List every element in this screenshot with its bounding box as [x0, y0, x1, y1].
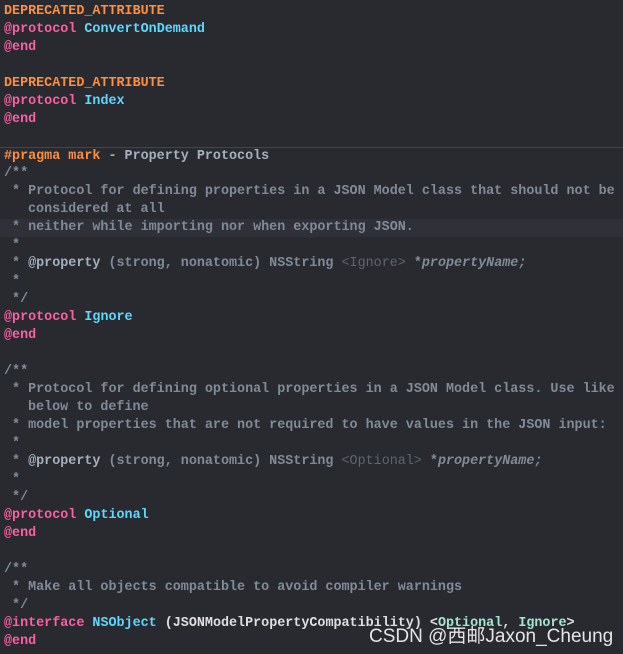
- code-line[interactable]: * Make all objects compatible to avoid c…: [0, 579, 623, 597]
- code-line[interactable]: [0, 345, 623, 363]
- code-token: @end: [4, 40, 37, 55]
- code-line[interactable]: *: [0, 471, 623, 489]
- code-line[interactable]: @end: [0, 111, 623, 129]
- code-line[interactable]: */: [0, 291, 623, 309]
- code-token: @protocol: [4, 94, 77, 109]
- code-line[interactable]: DEPRECATED_ATTRIBUTE: [0, 3, 623, 21]
- code-line[interactable]: /**: [0, 363, 623, 381]
- code-token: propertyName;: [421, 256, 527, 271]
- code-line[interactable]: *: [0, 435, 623, 453]
- code-line[interactable]: [0, 543, 623, 561]
- code-line[interactable]: @protocol Optional: [0, 507, 623, 525]
- code-line[interactable]: * Protocol for defining optional propert…: [0, 381, 623, 399]
- code-line[interactable]: considered at all: [0, 201, 623, 219]
- code-token: @protocol: [4, 22, 77, 37]
- code-line[interactable]: @protocol Ignore: [0, 309, 623, 327]
- watermark: CSDN @西邮Jaxon_Cheung: [369, 626, 614, 647]
- code-token: - Property Protocols: [100, 149, 270, 164]
- code-line[interactable]: @end: [0, 525, 623, 543]
- code-line[interactable]: @protocol Index: [0, 93, 623, 111]
- code-line[interactable]: below to define: [0, 399, 623, 417]
- code-line[interactable]: *: [0, 237, 623, 255]
- code-line[interactable]: * @property (strong, nonatomic) NSString…: [0, 453, 623, 471]
- code-line[interactable]: [0, 129, 623, 147]
- code-token: *: [4, 472, 21, 487]
- code-token: * Protocol for defining properties in a …: [4, 184, 615, 199]
- code-token: * Protocol for defining optional propert…: [4, 382, 615, 397]
- code-token: DEPRECATED_ATTRIBUTE: [4, 76, 165, 91]
- code-token: * Make all objects compatible to avoid c…: [4, 580, 463, 595]
- code-line[interactable]: /**: [0, 165, 623, 183]
- code-line[interactable]: [0, 57, 623, 75]
- code-token: * neither while importing nor when expor…: [4, 220, 414, 235]
- code-token: below to define: [28, 400, 149, 415]
- code-token: considered at all: [28, 202, 165, 217]
- code-token: */: [4, 292, 29, 307]
- code-line[interactable]: * Protocol for defining properties in a …: [0, 183, 623, 201]
- code-token: propertyName;: [437, 454, 543, 469]
- code-line[interactable]: * model properties that are not required…: [0, 417, 623, 435]
- code-token: /**: [4, 562, 29, 577]
- code-token: <Optional>: [341, 454, 422, 469]
- code-token: @end: [4, 328, 37, 343]
- code-token: *: [4, 256, 29, 271]
- code-token: @interface: [4, 616, 85, 631]
- code-line[interactable]: DEPRECATED_ATTRIBUTE: [0, 75, 623, 93]
- code-line[interactable]: */: [0, 597, 623, 615]
- code-token: @end: [4, 112, 37, 127]
- code-token: Ignore: [84, 310, 133, 325]
- code-line[interactable]: @end: [0, 39, 623, 57]
- code-line[interactable]: #pragma mark - Property Protocols: [0, 147, 623, 165]
- code-token: Optional: [84, 508, 149, 523]
- code-token: */: [4, 490, 29, 505]
- code-editor[interactable]: DEPRECATED_ATTRIBUTE @protocol ConvertOnD…: [0, 3, 623, 651]
- code-token: DEPRECATED_ATTRIBUTE: [4, 4, 165, 19]
- code-token: #pragma mark: [4, 149, 101, 164]
- code-line[interactable]: * @property (strong, nonatomic) NSString…: [0, 255, 623, 273]
- code-line[interactable]: * neither while importing nor when expor…: [0, 219, 623, 237]
- code-token: @protocol: [4, 508, 77, 523]
- code-token: /**: [4, 364, 29, 379]
- code-token: <Ignore>: [341, 256, 406, 271]
- code-token: NSObject: [92, 616, 157, 631]
- code-line[interactable]: */: [0, 489, 623, 507]
- code-token: @end: [4, 634, 37, 649]
- code-token: *: [421, 454, 438, 469]
- code-token: *: [4, 274, 21, 289]
- code-token: (strong, nonatomic) NSString: [100, 256, 342, 271]
- code-line[interactable]: *: [0, 273, 623, 291]
- code-token: @protocol: [4, 310, 77, 325]
- code-token: *: [4, 454, 29, 469]
- code-token: *: [4, 238, 21, 253]
- code-token: ConvertOnDemand: [84, 22, 205, 37]
- code-line[interactable]: @end: [0, 327, 623, 345]
- code-token: @property: [28, 454, 101, 469]
- code-token: @end: [4, 526, 37, 541]
- code-token: /**: [4, 166, 29, 181]
- code-token: *: [4, 436, 21, 451]
- code-line[interactable]: /**: [0, 561, 623, 579]
- code-line[interactable]: @protocol ConvertOnDemand: [0, 21, 623, 39]
- code-token: * model properties that are not required…: [4, 418, 607, 433]
- code-token: *: [405, 256, 422, 271]
- code-token: @property: [28, 256, 101, 271]
- code-token: Index: [84, 94, 125, 109]
- code-token: (strong, nonatomic) NSString: [100, 454, 342, 469]
- code-token: */: [4, 598, 29, 613]
